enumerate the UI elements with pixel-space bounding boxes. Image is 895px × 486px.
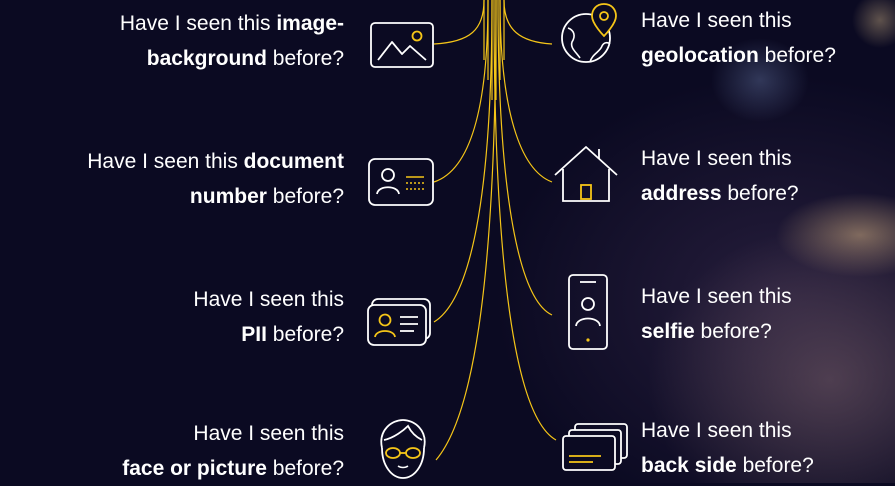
left-item-pii: Have I seen this PII before? [193, 288, 344, 346]
globe-pin-icon [556, 2, 622, 68]
pii-card-icon [366, 296, 434, 348]
right-item-geolocation: Have I seen this geolocation before? [641, 9, 836, 67]
cards-stack-icon [561, 422, 629, 474]
phone-selfie-icon [568, 274, 608, 350]
id-card-icon [368, 158, 434, 206]
face-glasses-icon [374, 418, 432, 484]
left-item-document-number: Have I seen this document number before? [87, 150, 344, 208]
right-item-address: Have I seen this address before? [641, 147, 799, 205]
right-item-selfie: Have I seen this selfie before? [641, 285, 792, 343]
house-icon [553, 143, 619, 203]
right-item-back-side: Have I seen this back side before? [641, 419, 814, 477]
image-icon [370, 22, 434, 68]
left-item-face-or-picture: Have I seen this face or picture before? [122, 422, 344, 480]
left-item-image-background: Have I seen this image- background befor… [119, 12, 344, 70]
